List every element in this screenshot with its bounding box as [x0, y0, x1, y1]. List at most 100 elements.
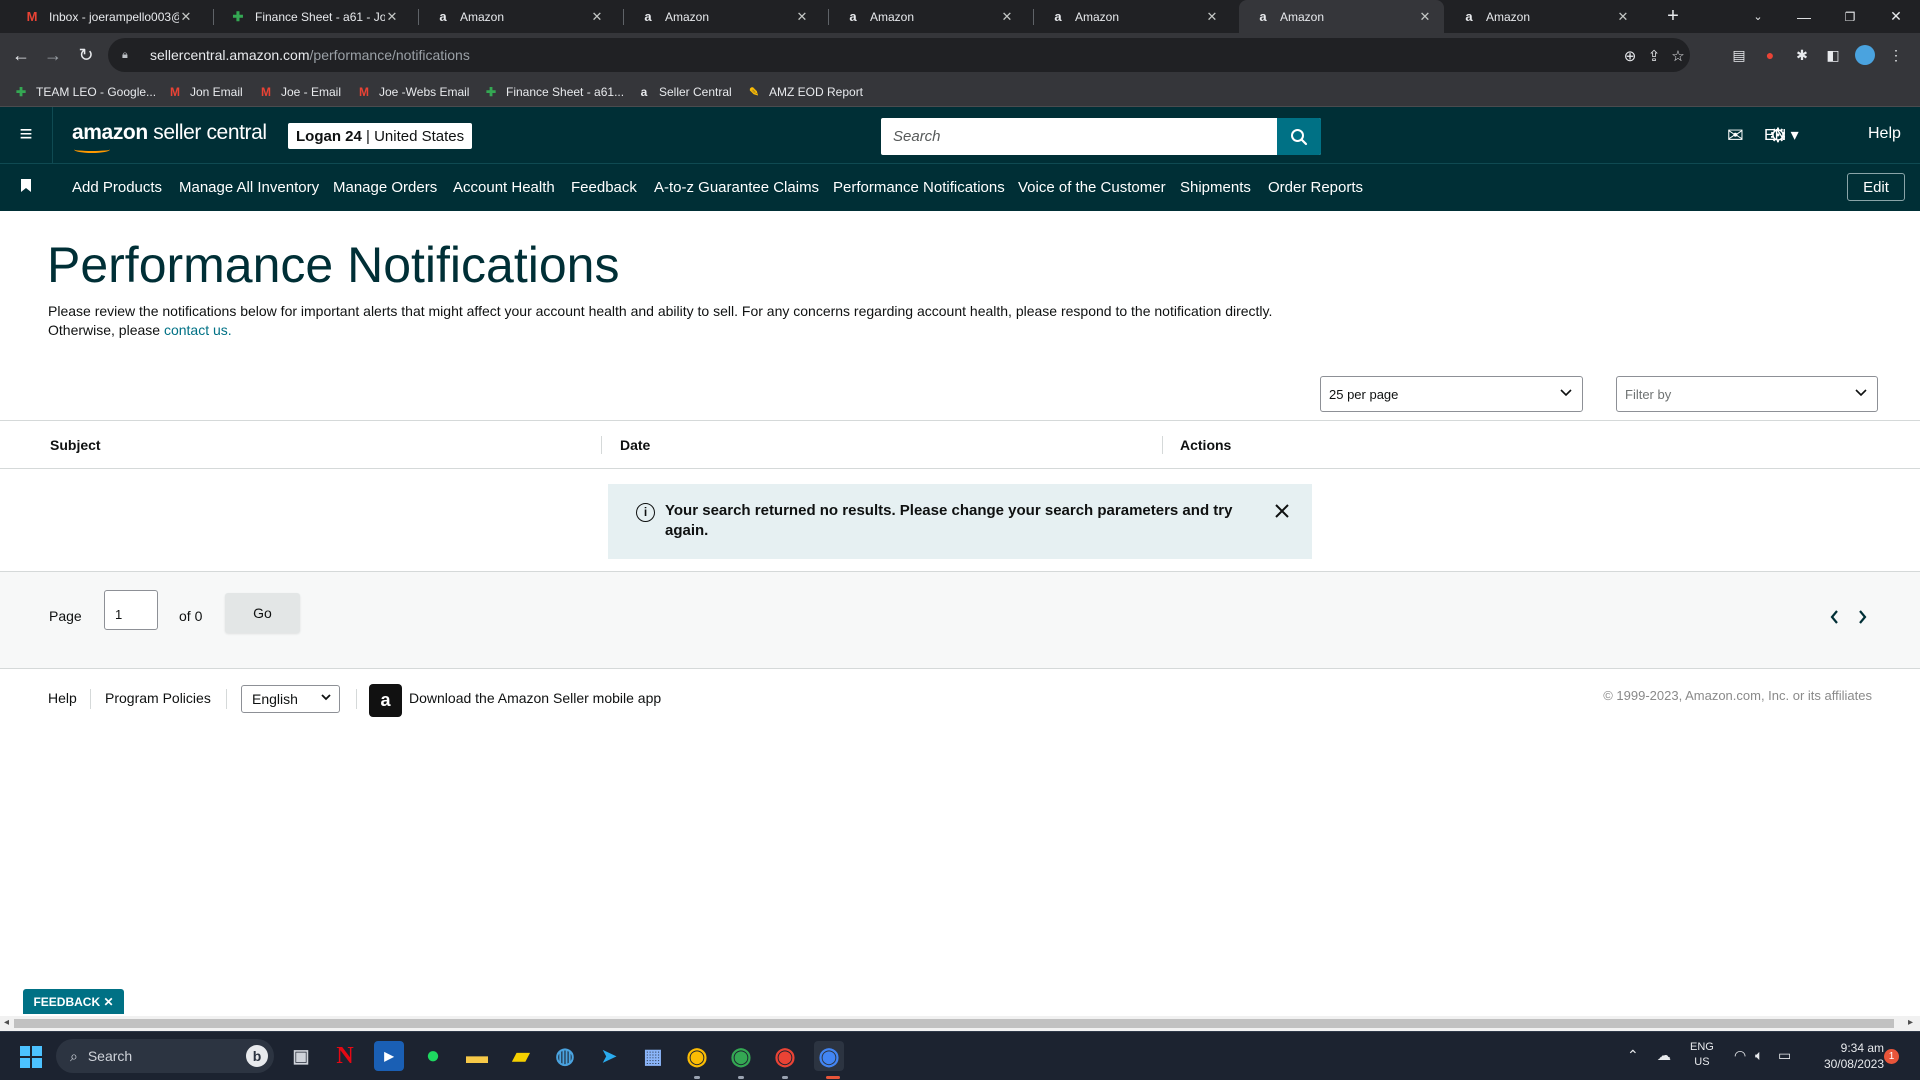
page-number-input[interactable] [104, 590, 158, 630]
column-header-date[interactable]: Date [620, 437, 650, 453]
browser-tab[interactable]: a Amazon ✕ [624, 0, 821, 33]
forward-icon[interactable]: → [41, 43, 65, 67]
tab-search-icon[interactable]: ⌄ [1735, 0, 1781, 33]
browser-tab[interactable]: a Amazon ✕ [1034, 0, 1231, 33]
chevron-right-icon[interactable] [1858, 608, 1867, 629]
telegram-icon[interactable]: ➤ [594, 1041, 624, 1071]
close-tab-icon[interactable]: ✕ [179, 9, 193, 25]
prime-video-icon[interactable]: ▶ [374, 1041, 404, 1071]
clock[interactable]: 9:34 am 30/08/2023 [1810, 1040, 1884, 1072]
close-icon[interactable] [1272, 499, 1292, 523]
bookmark-item[interactable]: ✎ AMZ EOD Report [746, 83, 863, 101]
browser-menu-icon[interactable]: ⋮ [1886, 45, 1906, 65]
battery-icon[interactable]: ▭ [1778, 1047, 1791, 1064]
bookmark-item[interactable]: ✚ Finance Sheet - a61... [483, 83, 624, 101]
calculator-icon[interactable]: ▦ [638, 1041, 668, 1071]
search-button[interactable] [1277, 118, 1321, 155]
close-tab-icon[interactable]: ✕ [1000, 9, 1014, 25]
back-icon[interactable]: ← [9, 43, 33, 67]
nav-a-to-z-claims[interactable]: A-to-z Guarantee Claims [654, 179, 819, 196]
restore-icon[interactable]: ❐ [1827, 0, 1873, 33]
onedrive-icon[interactable]: ☁ [1657, 1047, 1671, 1064]
browser-tab[interactable]: M Inbox - joerampello003@g ✕ [8, 0, 205, 33]
puzzle-icon[interactable]: ✱ [1792, 45, 1812, 65]
feedback-tab[interactable]: FEEDBACK ✕ [23, 989, 124, 1014]
input-language[interactable]: ENG US [1690, 1040, 1714, 1070]
language-selector[interactable]: EN ▾ [1764, 125, 1799, 145]
nav-shipments[interactable]: Shipments [1180, 179, 1251, 196]
filter-by-dropdown[interactable]: Filter by [1616, 376, 1878, 412]
bookmark-item[interactable]: ✚ TEAM LEO - Google... [13, 83, 156, 101]
notification-badge[interactable]: 1 [1884, 1049, 1899, 1064]
bookmark-item[interactable]: M Joe - Email [258, 83, 341, 101]
edit-nav-button[interactable]: Edit [1847, 173, 1905, 201]
close-tab-icon[interactable]: ✕ [590, 9, 604, 25]
extension-icon[interactable]: ● [1760, 45, 1780, 65]
wifi-icon[interactable]: ◠ [1734, 1047, 1746, 1064]
browser-tab[interactable]: a Amazon ✕ [829, 0, 1026, 33]
sticky-notes-icon[interactable]: ▰ [506, 1041, 536, 1071]
minimize-icon[interactable]: — [1781, 0, 1827, 33]
hamburger-menu-icon[interactable]: ≡ [14, 123, 38, 147]
bookmark-item[interactable]: M Jon Email [167, 83, 243, 101]
scroll-left-icon[interactable]: ◂ [4, 1017, 9, 1028]
chevron-up-icon[interactable]: ⌃ [1627, 1047, 1639, 1064]
task-view-icon[interactable]: ▣ [286, 1041, 316, 1071]
volume-icon[interactable]: 🔈︎ [1755, 1047, 1763, 1064]
close-tab-icon[interactable]: ✕ [1205, 9, 1219, 25]
mail-icon[interactable]: ✉ [1727, 123, 1744, 148]
footer-program-policies-link[interactable]: Program Policies [105, 690, 211, 706]
windows-start-icon[interactable] [20, 1046, 42, 1068]
url-bar[interactable]: 🔒︎ sellercentral.amazon.com/performance/… [108, 38, 1690, 72]
seller-central-logo[interactable]: amazon seller central [72, 121, 267, 153]
new-tab-icon[interactable]: + [1650, 0, 1696, 33]
column-header-subject[interactable]: Subject [50, 437, 101, 453]
browser-icon[interactable]: ◍ [550, 1041, 580, 1071]
nav-manage-all-inventory[interactable]: Manage All Inventory [179, 179, 319, 196]
download-app-link[interactable]: Download the Amazon Seller mobile app [409, 690, 661, 706]
close-tab-icon[interactable]: ✕ [1418, 9, 1432, 25]
chrome-icon[interactable]: ◉ [682, 1041, 712, 1071]
close-tab-icon[interactable]: ✕ [385, 9, 399, 25]
zoom-icon[interactable]: ⊕ [1621, 47, 1639, 65]
file-explorer-icon[interactable]: ▬ [462, 1041, 492, 1071]
search-input[interactable] [881, 118, 1277, 155]
bookmark-item[interactable]: a Seller Central [636, 83, 732, 101]
nav-manage-orders[interactable]: Manage Orders [333, 179, 437, 196]
share-icon[interactable]: ⇪ [1645, 47, 1663, 65]
nav-voice-of-customer[interactable]: Voice of the Customer [1018, 179, 1166, 196]
chrome-icon[interactable]: ◉ [726, 1041, 756, 1071]
horizontal-scrollbar[interactable]: ◂ ▸ [0, 1016, 1920, 1031]
bookmark-star-icon[interactable]: ☆ [1669, 47, 1687, 65]
bookmark-item[interactable]: M Joe -Webs Email [356, 83, 469, 101]
taskbar-search[interactable]: ⌕ Search b [56, 1039, 274, 1073]
scrollbar-thumb[interactable] [14, 1019, 1894, 1028]
close-tab-icon[interactable]: ✕ [795, 9, 809, 25]
footer-help-link[interactable]: Help [48, 690, 77, 706]
footer-language-select[interactable]: English [241, 685, 340, 713]
bookmark-icon[interactable] [21, 179, 31, 195]
nav-add-products[interactable]: Add Products [72, 179, 162, 196]
bing-icon[interactable]: b [246, 1045, 268, 1067]
account-switcher[interactable]: Logan 24 | United States [288, 123, 473, 149]
help-link[interactable]: Help [1868, 125, 1901, 143]
amazon-seller-app-icon[interactable]: a [369, 684, 402, 717]
reload-icon[interactable]: ↻ [74, 43, 98, 67]
spotify-icon[interactable]: ● [418, 1041, 448, 1071]
browser-tab-active[interactable]: a Amazon ✕ [1239, 0, 1444, 33]
nav-order-reports[interactable]: Order Reports [1268, 179, 1363, 196]
side-panel-icon[interactable]: ◧ [1823, 45, 1843, 65]
contact-us-link[interactable]: contact us. [164, 322, 232, 338]
go-button[interactable]: Go [225, 593, 300, 633]
netflix-icon[interactable]: N [330, 1041, 360, 1071]
profile-avatar-icon[interactable] [1855, 45, 1875, 65]
close-tab-icon[interactable]: ✕ [1616, 9, 1630, 25]
nav-feedback[interactable]: Feedback [571, 179, 637, 196]
browser-tab[interactable]: a Amazon ✕ [419, 0, 616, 33]
close-window-icon[interactable]: ✕ [1873, 0, 1919, 33]
nav-performance-notifications[interactable]: Performance Notifications [833, 179, 1005, 196]
chrome-icon[interactable]: ◉ [770, 1041, 800, 1071]
browser-tab[interactable]: ✚ Finance Sheet - a61 - Jose ✕ [214, 0, 411, 33]
browser-tab[interactable]: a Amazon ✕ [1445, 0, 1642, 33]
per-page-dropdown[interactable]: 25 per page [1320, 376, 1583, 412]
